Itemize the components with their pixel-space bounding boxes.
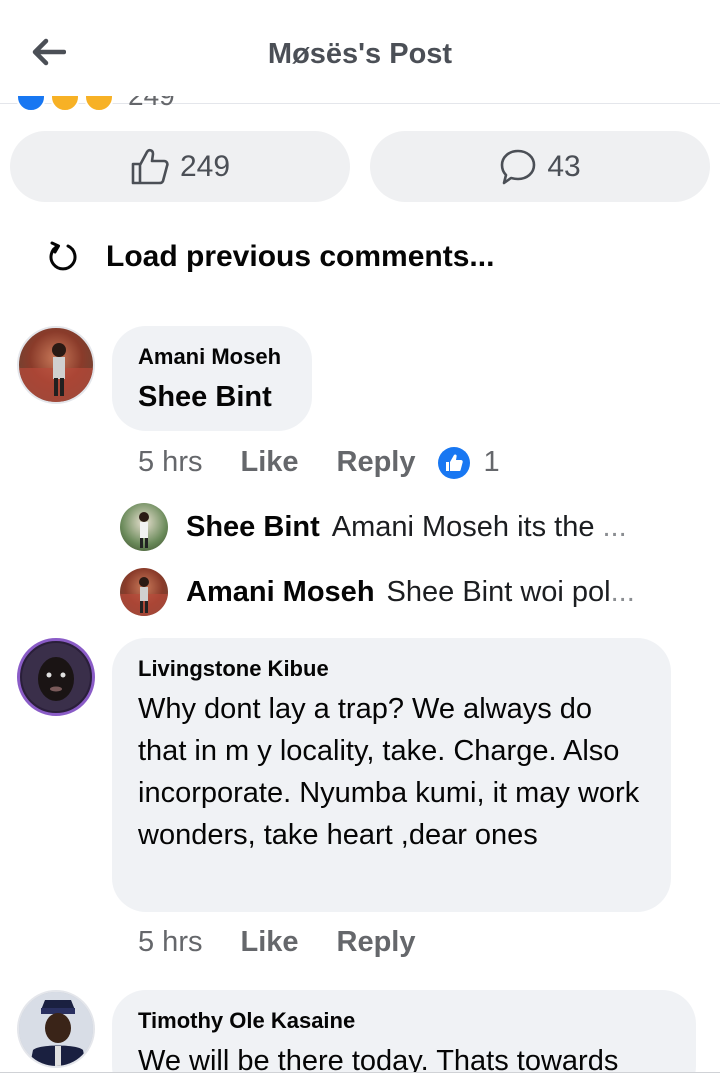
- comment-bubble-icon: [501, 149, 536, 184]
- person-photo-icon: [120, 577, 168, 616]
- comment-reply-button[interactable]: Reply: [337, 446, 416, 479]
- reactions-summary[interactable]: 249: [16, 96, 196, 116]
- reply-text: Shee Bint woi pol: [386, 575, 611, 608]
- avatar[interactable]: [17, 326, 95, 404]
- reply-author[interactable]: Shee Bint: [186, 511, 320, 544]
- avatar: [120, 503, 168, 551]
- load-previous-comments[interactable]: Load previous comments...: [46, 240, 494, 274]
- commenter-name[interactable]: Livingstone Kibue: [138, 656, 645, 682]
- wow-reaction-icon: [50, 96, 80, 112]
- comment-text: Why dont lay a trap? We always do that i…: [138, 693, 640, 851]
- comment-like-button[interactable]: Like: [240, 926, 298, 959]
- bottom-bar: [0, 1072, 720, 1084]
- reaction-count: 1: [483, 446, 500, 478]
- like-count: 249: [179, 149, 231, 183]
- person-photo-icon: [19, 992, 93, 1066]
- page-title: Møsës's Post: [267, 38, 453, 70]
- reply-preview[interactable]: Amani Moseh Shee Bint woi pol ...: [120, 568, 635, 616]
- comment-bubble[interactable]: Amani Moseh Shee Bint: [112, 326, 312, 431]
- thumbs-up-icon: [131, 148, 169, 184]
- reactions-count: 249: [128, 96, 175, 112]
- comment-count: 43: [547, 149, 581, 183]
- avatar[interactable]: [17, 990, 95, 1068]
- avatar[interactable]: [17, 638, 95, 716]
- comment-meta: 5 hrs Like Reply: [138, 926, 438, 959]
- comment-button[interactable]: 43: [370, 131, 710, 202]
- like-reaction-icon: [16, 96, 46, 112]
- comment-bubble[interactable]: Timothy Ole Kasaine We will be there tod…: [112, 990, 696, 1084]
- comment-meta: 5 hrs Like Reply 1: [138, 446, 500, 479]
- reply-ellipsis: ...: [610, 575, 635, 608]
- comment-time: 5 hrs: [138, 446, 203, 478]
- person-photo-icon: [19, 343, 93, 402]
- reply-preview[interactable]: Shee Bint Amani Moseh its the ...: [120, 503, 627, 551]
- person-photo-icon: [139, 512, 149, 548]
- comment-like-button[interactable]: Like: [240, 446, 298, 479]
- sad-reaction-icon: [84, 96, 114, 112]
- load-previous-label: Load previous comments...: [106, 240, 495, 273]
- like-button[interactable]: 249: [10, 131, 350, 202]
- like-reaction-icon[interactable]: [437, 446, 470, 479]
- comment-time: 5 hrs: [138, 926, 203, 958]
- reply-author[interactable]: Amani Moseh: [186, 576, 375, 609]
- avatar: [120, 568, 168, 616]
- person-photo-icon: [22, 643, 90, 711]
- commenter-name[interactable]: Timothy Ole Kasaine: [138, 1008, 670, 1034]
- reply-text: Amani Moseh its the: [331, 510, 595, 543]
- refresh-icon: [49, 241, 77, 271]
- comment-text: Shee Bint: [138, 381, 272, 413]
- app-header: Møsës's Post: [0, 0, 720, 104]
- comment-bubble[interactable]: Livingstone Kibue Why dont lay a trap? W…: [112, 638, 671, 912]
- reply-ellipsis: ...: [602, 510, 627, 543]
- thumbs-up-icon: [445, 454, 463, 471]
- commenter-name[interactable]: Amani Moseh: [138, 344, 286, 370]
- comment-reply-button[interactable]: Reply: [337, 926, 416, 959]
